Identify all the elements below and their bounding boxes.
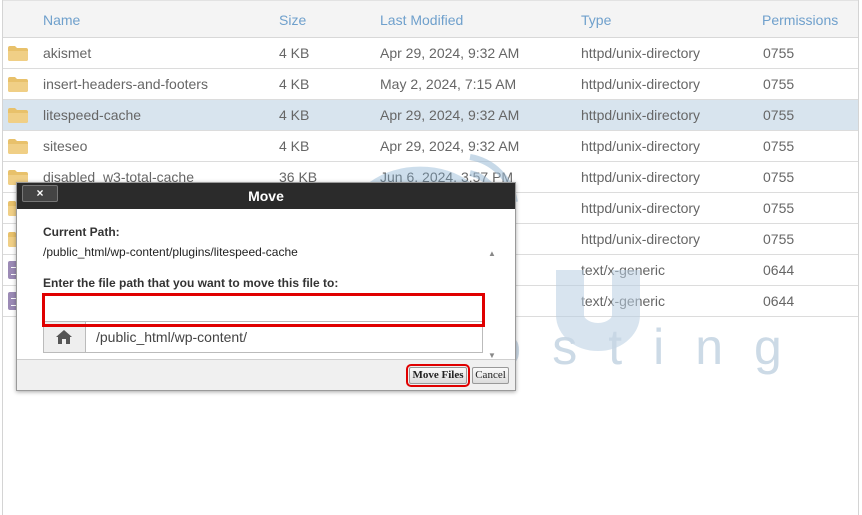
- table-header: Name Size Last Modified Type Permissions: [3, 0, 858, 38]
- dialog-body: Current Path: /public_html/wp-content/pl…: [17, 209, 515, 360]
- file-type: httpd/unix-directory: [581, 76, 701, 92]
- file-size: 4 KB: [279, 107, 310, 123]
- column-header-size[interactable]: Size: [279, 12, 306, 28]
- file-permissions: 0755: [763, 138, 795, 154]
- file-size: 4 KB: [279, 138, 310, 154]
- file-permissions: 0755: [763, 231, 795, 247]
- file-permissions: 0644: [763, 262, 795, 278]
- file-type: text/x-generic: [581, 262, 666, 278]
- file-type: text/x-generic: [581, 293, 666, 309]
- folder-icon: [8, 77, 28, 92]
- home-icon: [56, 330, 72, 344]
- file-name: akismet: [43, 45, 92, 61]
- scroll-up-icon[interactable]: ▲: [488, 249, 496, 258]
- current-path-value: /public_html/wp-content/plugins/litespee…: [43, 245, 298, 259]
- file-type: httpd/unix-directory: [581, 45, 701, 61]
- table-row[interactable]: litespeed-cache 4 KB Apr 29, 2024, 9:32 AM…: [3, 100, 858, 131]
- file-permissions: 0755: [763, 169, 795, 185]
- file-permissions: 0755: [763, 45, 795, 61]
- dialog-scrollbar[interactable]: ▲ ▼: [485, 249, 499, 364]
- file-permissions: 0755: [763, 76, 795, 92]
- folder-icon: [8, 139, 28, 154]
- file-size: 4 KB: [279, 45, 310, 61]
- file-size: 4 KB: [279, 76, 310, 92]
- file-name: siteseo: [43, 138, 88, 154]
- file-name: insert-headers-and-footers: [43, 76, 208, 92]
- file-type: httpd/unix-directory: [581, 107, 701, 123]
- file-name: litespeed-cache: [43, 107, 142, 123]
- column-header-name[interactable]: Name: [43, 12, 80, 28]
- table-row[interactable]: akismet 4 KB Apr 29, 2024, 9:32 AM httpd/un…: [3, 38, 858, 69]
- move-dialog: × Move Current Path: /public_html/wp-con…: [16, 182, 516, 391]
- column-header-permissions[interactable]: Permissions: [762, 12, 838, 28]
- target-path-label: Enter the file path that you want to mov…: [43, 276, 339, 290]
- file-type: httpd/unix-directory: [581, 138, 701, 154]
- file-permissions: 0644: [763, 293, 795, 309]
- file-modified: Apr 29, 2024, 9:32 AM: [380, 107, 520, 123]
- file-modified: Apr 29, 2024, 9:32 AM: [380, 138, 520, 154]
- file-permissions: 0755: [763, 200, 795, 216]
- file-type: httpd/unix-directory: [581, 231, 701, 247]
- column-header-type[interactable]: Type: [581, 12, 611, 28]
- folder-icon: [8, 46, 28, 61]
- dialog-title: Move: [248, 188, 284, 204]
- dialog-footer: Move Files Cancel: [17, 359, 515, 390]
- table-row[interactable]: insert-headers-and-footers 4 KB May 2, 202…: [3, 69, 858, 100]
- folder-icon: [8, 108, 28, 123]
- file-permissions: 0755: [763, 107, 795, 123]
- file-modified: Apr 29, 2024, 9:32 AM: [380, 45, 520, 61]
- dialog-title-bar: × Move: [17, 183, 515, 209]
- file-type: httpd/unix-directory: [581, 169, 701, 185]
- table-row[interactable]: siteseo 4 KB Apr 29, 2024, 9:32 AM httpd/un…: [3, 131, 858, 162]
- move-files-button[interactable]: Move Files: [406, 364, 470, 387]
- file-type: httpd/unix-directory: [581, 200, 701, 216]
- home-button[interactable]: [44, 322, 86, 352]
- file-modified: May 2, 2024, 7:15 AM: [380, 76, 517, 92]
- target-path-input-group: [43, 321, 483, 353]
- target-path-input[interactable]: [88, 322, 478, 352]
- cancel-button[interactable]: Cancel: [472, 367, 509, 384]
- column-header-last-modified[interactable]: Last Modified: [380, 12, 463, 28]
- current-path-label: Current Path:: [43, 225, 120, 239]
